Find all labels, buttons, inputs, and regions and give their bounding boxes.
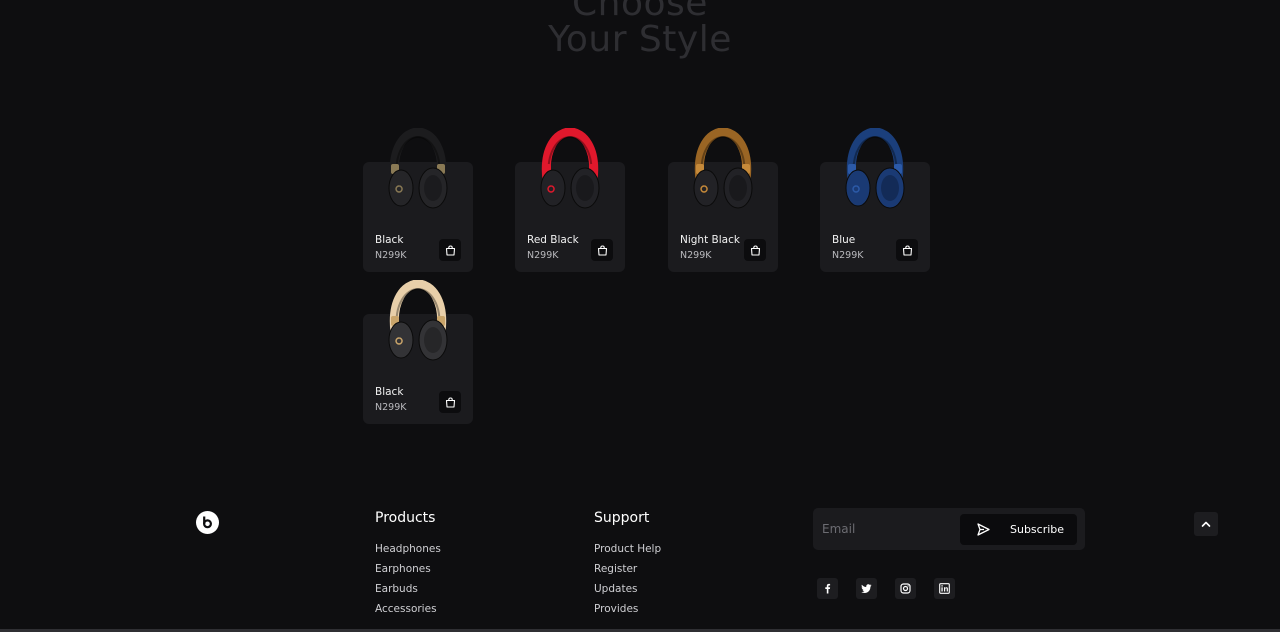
product-name: Red Black xyxy=(527,234,579,246)
support-title: Support xyxy=(594,510,650,526)
twitter-icon[interactable] xyxy=(856,578,877,599)
shopping-bag-icon xyxy=(597,244,608,256)
headphone-image xyxy=(842,127,908,214)
page: Choose Your Style Black N299K Red Black … xyxy=(0,0,1280,632)
footer-link-register[interactable]: Register xyxy=(594,563,637,575)
footer-link-updates[interactable]: Updates xyxy=(594,583,638,595)
products-title: Products xyxy=(375,510,436,526)
footer-link-earphones[interactable]: Earphones xyxy=(375,563,431,575)
headphone-image xyxy=(385,127,451,214)
product-card-blue[interactable]: Blue N299K xyxy=(820,127,930,272)
product-name: Night Black xyxy=(680,234,740,246)
newsletter-form: Subscribe xyxy=(813,508,1085,550)
instagram-icon[interactable] xyxy=(895,578,916,599)
product-card-night-black[interactable]: Night Black N299K xyxy=(668,127,778,272)
footer-link-headphones[interactable]: Headphones xyxy=(375,543,441,555)
product-price: N299K xyxy=(375,402,407,413)
beats-logo-icon[interactable] xyxy=(196,511,219,534)
product-price: N299K xyxy=(680,250,712,261)
facebook-icon[interactable] xyxy=(817,578,838,599)
scroll-to-top-button[interactable] xyxy=(1194,512,1218,536)
product-card-black-2[interactable]: Black N299K xyxy=(363,279,473,424)
add-to-cart-button[interactable] xyxy=(439,391,461,413)
add-to-cart-button[interactable] xyxy=(896,239,918,261)
add-to-cart-button[interactable] xyxy=(744,239,766,261)
headphone-image xyxy=(537,127,603,214)
headphone-image xyxy=(690,127,756,214)
product-price: N299K xyxy=(527,250,559,261)
linkedin-icon[interactable] xyxy=(934,578,955,599)
add-to-cart-button[interactable] xyxy=(591,239,613,261)
footer-link-provides[interactable]: Provides xyxy=(594,603,638,615)
subscribe-label: Subscribe xyxy=(1010,523,1065,536)
headphone-image xyxy=(385,279,451,366)
chevron-up-icon xyxy=(1200,518,1212,530)
product-name: Blue xyxy=(832,234,856,246)
email-input[interactable] xyxy=(822,516,962,542)
add-to-cart-button[interactable] xyxy=(439,239,461,261)
subscribe-button[interactable]: Subscribe xyxy=(960,514,1077,545)
heading-line-2: Your Style xyxy=(548,19,732,60)
product-card-red-black[interactable]: Red Black N299K xyxy=(515,127,625,272)
shopping-bag-icon xyxy=(445,244,456,256)
product-name: Black xyxy=(375,386,404,398)
product-price: N299K xyxy=(832,250,864,261)
product-price: N299K xyxy=(375,250,407,261)
shopping-bag-icon xyxy=(750,244,761,256)
send-icon xyxy=(977,523,990,539)
product-name: Black xyxy=(375,234,404,246)
shopping-bag-icon xyxy=(902,244,913,256)
section-heading: Choose Your Style xyxy=(0,0,1280,58)
shopping-bag-icon xyxy=(445,396,456,408)
product-card-black[interactable]: Black N299K xyxy=(363,127,473,272)
footer-link-accessories[interactable]: Accessories xyxy=(375,603,437,615)
footer-link-product-help[interactable]: Product Help xyxy=(594,543,661,555)
footer-link-earbuds[interactable]: Earbuds xyxy=(375,583,418,595)
